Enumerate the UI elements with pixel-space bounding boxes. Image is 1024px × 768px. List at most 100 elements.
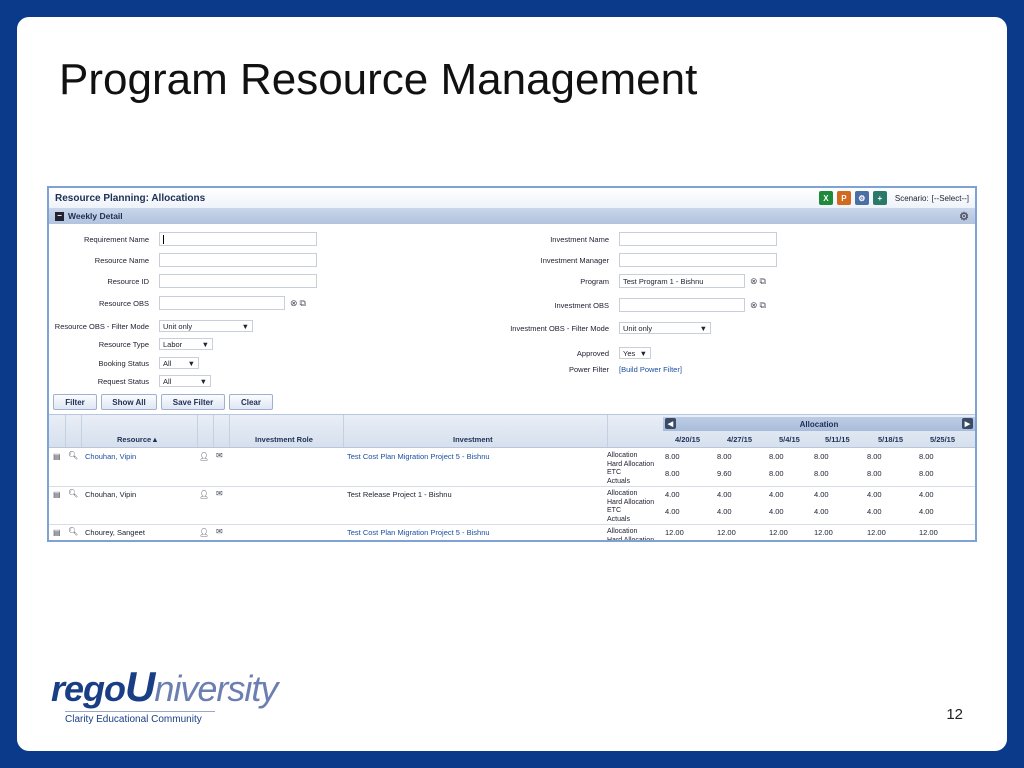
approved-select[interactable]: Yes ▼: [619, 347, 651, 359]
resource-obs-mode-value: Unit only: [163, 321, 193, 331]
column-header-investment-role[interactable]: Investment Role: [255, 435, 313, 444]
mail-icon[interactable]: ✉: [216, 451, 223, 460]
resource-type-label: Resource Type: [98, 339, 149, 349]
allocation-value[interactable]: 12.00: [919, 528, 938, 537]
assign-user-icon[interactable]: 👤︎: [199, 452, 209, 461]
allocation-value[interactable]: 8.00: [814, 452, 829, 461]
table-row: ▤ 🔍︎ Chouhan, Vipin 👤︎ ✉ Test Release Pr…: [49, 487, 975, 525]
program-input[interactable]: Test Program 1 - Bishnu: [619, 274, 745, 288]
search-icon[interactable]: 🔍︎: [68, 489, 78, 498]
resource-obs-input[interactable]: [159, 296, 285, 310]
mail-icon[interactable]: ✉: [216, 527, 223, 536]
previous-period-icon[interactable]: ◀: [665, 418, 676, 429]
allocation-value[interactable]: 4.00: [665, 490, 680, 499]
clear-icon[interactable]: ⊗: [750, 276, 758, 287]
allocation-value[interactable]: 8.00: [867, 452, 882, 461]
browse-binoculars-icon[interactable]: ⧉: [760, 300, 766, 311]
resource-id-input[interactable]: [159, 274, 317, 288]
allocation-value[interactable]: 12.00: [867, 528, 886, 537]
clear-icon[interactable]: ⊗: [750, 300, 758, 311]
investment-manager-input[interactable]: [619, 253, 777, 267]
details-icon[interactable]: ▤: [53, 528, 61, 537]
excel-icon[interactable]: X: [818, 191, 833, 205]
resource-type-value: Labor: [163, 339, 183, 349]
build-power-filter-link[interactable]: [Build Power Filter]: [619, 365, 682, 374]
investment-obs-mode-label: Investment OBS - Filter Mode: [510, 323, 609, 333]
resource-obs-mode-label: Resource OBS - Filter Mode: [54, 321, 149, 331]
resource-name: Chouhan, Vipin: [85, 490, 137, 499]
investment-name: Test Release Project 1 - Bishnu: [347, 490, 452, 499]
filter-row-resource-id: Resource ID: [49, 274, 317, 288]
save-filter-button[interactable]: Save Filter: [161, 394, 225, 410]
requirement-name-input[interactable]: [159, 232, 317, 246]
investment-link[interactable]: Test Cost Plan Migration Project 5 - Bis…: [347, 528, 490, 537]
allocation-value[interactable]: 4.00: [919, 490, 934, 499]
logo-u: U: [125, 663, 155, 710]
allocation-value[interactable]: 4.00: [717, 490, 732, 499]
metric-labels: Allocation Hard Allocation ETC Actuals: [607, 452, 654, 486]
resource-obs-mode-select[interactable]: Unit only ▼: [159, 320, 253, 332]
allocation-value[interactable]: 12.00: [665, 528, 684, 537]
column-header-resource[interactable]: Resource▲: [117, 435, 159, 444]
next-period-icon[interactable]: ▶: [962, 418, 973, 429]
show-all-button[interactable]: Show All: [101, 394, 157, 410]
request-status-select[interactable]: All ▼: [159, 375, 211, 387]
allocation-value[interactable]: 12.00: [814, 528, 833, 537]
allocation-value[interactable]: 8.00: [919, 452, 934, 461]
table-row: ▤ 🔍︎ Chouhan, Vipin 👤︎ ✉ Test Cost Plan …: [49, 449, 975, 487]
mail-icon[interactable]: ✉: [216, 489, 223, 498]
filter-row-resource-obs-mode: Resource OBS - Filter Mode Unit only ▼: [49, 320, 253, 332]
search-icon[interactable]: 🔍︎: [68, 451, 78, 460]
gear-icon[interactable]: ⚙: [959, 210, 969, 223]
scenario-select[interactable]: [--Select--]: [932, 194, 969, 203]
browse-binoculars-icon[interactable]: ⧉: [300, 298, 306, 309]
week-header: 4/27/15: [727, 435, 753, 444]
resource-name-input[interactable]: [159, 253, 317, 267]
investment-obs-input[interactable]: [619, 298, 745, 312]
week-header: 5/18/15: [878, 435, 904, 444]
slide-title: Program Resource Management: [59, 55, 698, 104]
allocation-value[interactable]: 12.00: [769, 528, 788, 537]
add-icon[interactable]: +: [872, 191, 887, 205]
booking-status-select[interactable]: All ▼: [159, 357, 199, 369]
booking-status-value: All: [163, 358, 172, 368]
column-header-investment[interactable]: Investment: [453, 435, 493, 444]
allocation-value[interactable]: 12.00: [717, 528, 736, 537]
etc-value: 4.00: [769, 507, 784, 516]
browse-binoculars-icon[interactable]: ⧉: [760, 276, 766, 287]
allocation-value[interactable]: 8.00: [769, 452, 784, 461]
details-icon[interactable]: ▤: [53, 452, 61, 461]
clear-button[interactable]: Clear: [229, 394, 273, 410]
resource-type-select[interactable]: Labor ▼: [159, 338, 213, 350]
configure-icon[interactable]: ⚙: [854, 191, 869, 205]
assign-user-icon[interactable]: 👤︎: [199, 528, 209, 537]
collapse-icon[interactable]: −: [55, 211, 64, 221]
clear-icon[interactable]: ⊗: [290, 298, 298, 309]
powerpoint-icon[interactable]: P: [836, 191, 851, 205]
resource-name-label: Resource Name: [94, 255, 149, 265]
allocation-value[interactable]: 4.00: [814, 490, 829, 499]
assign-user-icon[interactable]: 👤︎: [199, 490, 209, 499]
dropdown-arrow-icon: ▼: [241, 321, 249, 331]
filter-row-requirement-name: Requirement Name: [49, 232, 317, 246]
filter-button[interactable]: Filter: [53, 394, 97, 410]
resource-name[interactable]: Chouhan, Vipin: [85, 452, 136, 461]
filter-row-program: Program Test Program 1 - Bishnu ⊗ ⧉: [489, 274, 766, 288]
allocation-value[interactable]: 4.00: [769, 490, 784, 499]
allocation-value[interactable]: 4.00: [867, 490, 882, 499]
allocation-value[interactable]: 8.00: [717, 452, 732, 461]
filter-row-resource-obs: Resource OBS ⊗ ⧉: [49, 296, 306, 310]
details-icon[interactable]: ▤: [53, 490, 61, 499]
week-header: 5/25/15: [930, 435, 956, 444]
filter-row-resource-name: Resource Name: [49, 253, 317, 267]
search-icon[interactable]: 🔍︎: [68, 527, 78, 536]
sort-ascending-icon: ▲: [151, 435, 159, 444]
investment-obs-mode-value: Unit only: [623, 323, 653, 333]
investment-link[interactable]: Test Cost Plan Migration Project 5 - Bis…: [347, 452, 490, 461]
allocation-value[interactable]: 8.00: [665, 452, 680, 461]
slide-number: 12: [946, 706, 963, 723]
investment-name-input[interactable]: [619, 232, 777, 246]
resource-planning-panel: Resource Planning: Allocations X P ⚙ + S…: [47, 186, 977, 542]
etc-value: 4.00: [665, 507, 680, 516]
investment-obs-mode-select[interactable]: Unit only ▼: [619, 322, 711, 334]
